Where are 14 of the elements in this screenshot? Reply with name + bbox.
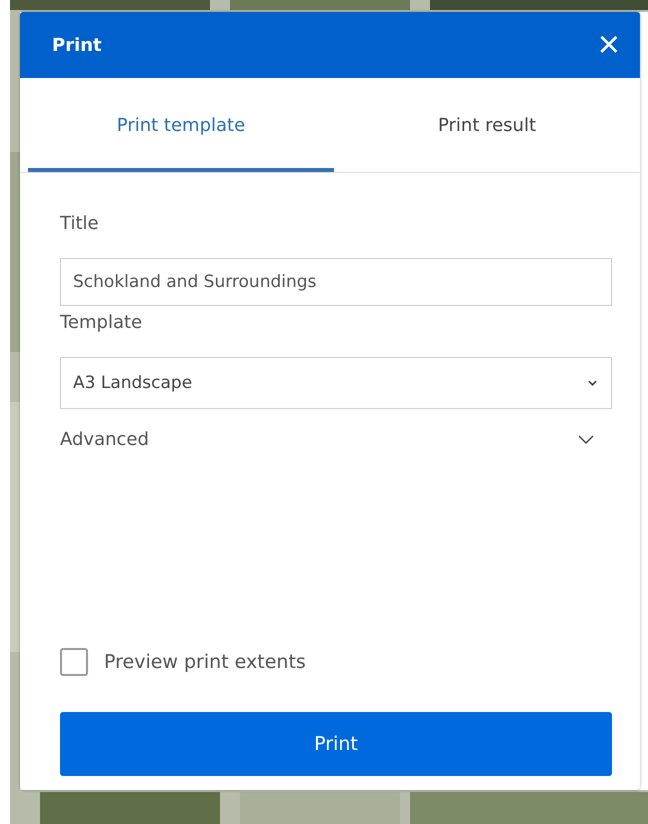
print-button[interactable]: Print [60,712,612,776]
window-title: Print [52,34,102,56]
template-dropdown[interactable]: A3 Landscape [60,357,612,409]
close-button[interactable]: × [590,26,628,64]
field-label: Template [60,312,144,333]
field-label: Title [60,213,100,234]
chevron-down-icon [578,434,594,444]
checkbox-label: Preview print extents [104,651,306,673]
chevron-down-icon [588,380,597,386]
advanced-toggle[interactable]: Advanced [60,429,612,450]
tab[interactable]: Print result [334,78,640,172]
checkbox[interactable] [60,648,88,676]
title-field[interactable]: Schokland and Surroundings [60,258,612,306]
tab[interactable]: Print template [28,78,334,172]
